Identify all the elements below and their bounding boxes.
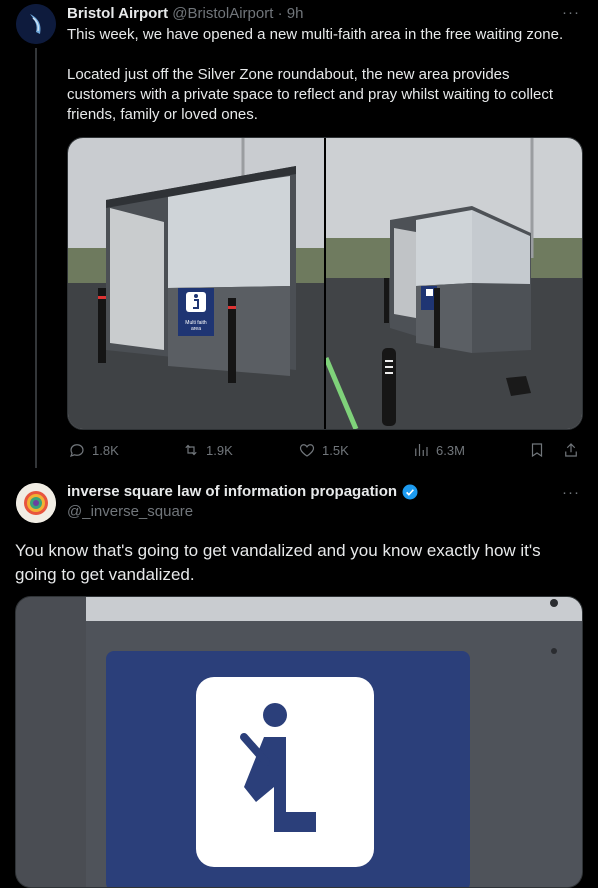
avatar[interactable]	[16, 483, 56, 523]
tweet-text: You know that's going to get vandalized …	[15, 541, 541, 584]
views-chart-icon	[415, 444, 428, 456]
repost-button[interactable]: 1.9K	[182, 441, 233, 459]
handle[interactable]: @_inverse_square	[67, 502, 193, 522]
repost-count: 1.9K	[206, 442, 233, 458]
timestamp[interactable]: · 9h	[278, 5, 304, 22]
profile-logo-icon	[16, 483, 56, 523]
views-button[interactable]: 6.3M	[412, 441, 465, 459]
avatar[interactable]	[16, 4, 56, 44]
share-icon	[565, 443, 577, 457]
verified-badge-icon	[402, 484, 418, 500]
photo-right[interactable]	[326, 138, 582, 429]
media-grid[interactable]: Multi faith area	[67, 137, 583, 430]
more-options-button[interactable]: ···	[562, 4, 580, 21]
like-count: 1.5K	[322, 442, 349, 458]
handle[interactable]: @BristolAirport	[172, 5, 273, 22]
share-button[interactable]	[562, 441, 580, 464]
like-button[interactable]: 1.5K	[298, 441, 349, 459]
display-name[interactable]: Bristol Airport	[67, 5, 168, 22]
tweet-paragraph-1: This week, we have opened a new multi-fa…	[67, 26, 564, 43]
display-name[interactable]: inverse square law of information propag…	[67, 482, 397, 502]
media-image[interactable]	[15, 596, 583, 888]
thread-line	[35, 48, 37, 468]
svg-text:area: area	[191, 326, 201, 332]
heart-icon	[299, 444, 315, 457]
more-options-button[interactable]: ···	[562, 484, 580, 501]
bristol-logo-icon	[16, 4, 56, 44]
reply-count: 1.8K	[92, 442, 119, 458]
reply-button[interactable]: 1.8K	[68, 441, 119, 459]
repost-icon	[185, 444, 197, 456]
views-count: 6.3M	[436, 442, 465, 458]
reply-icon	[69, 444, 84, 457]
bookmark-button[interactable]	[528, 441, 546, 464]
photo-left[interactable]: Multi faith area	[68, 138, 324, 429]
bookmark-icon	[531, 443, 543, 458]
tweet-text: This week, we have opened a new multi-fa…	[67, 25, 582, 125]
tweet-paragraph-2: Located just off the Silver Zone roundab…	[67, 66, 554, 123]
